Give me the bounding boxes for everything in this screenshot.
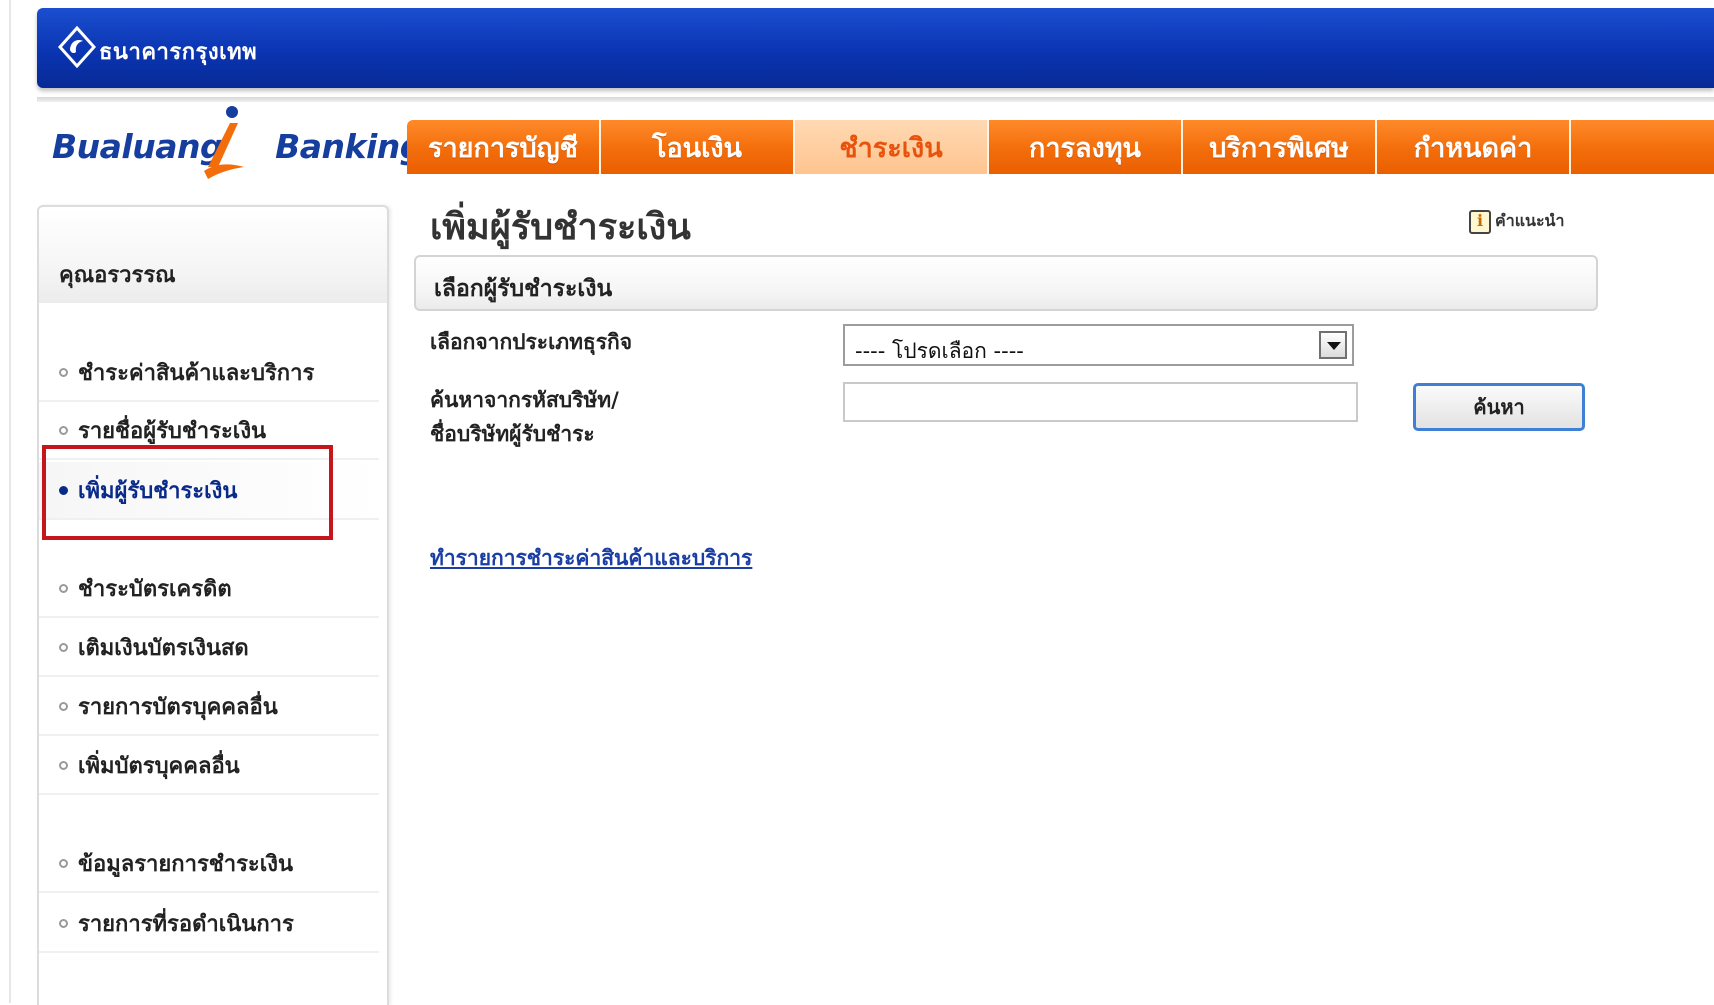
sidebar-item-add-payee[interactable]: เพิ่มผู้รับชำระเงิน	[39, 462, 379, 520]
brand-i-mark-icon	[204, 106, 244, 179]
bank-header-bar: ธนาคารกรุงเทพ	[37, 8, 1714, 88]
sidebar-item-label: ชำระค่าสินค้าและบริการ	[78, 360, 315, 386]
user-name: คุณอรวรรณ	[59, 263, 176, 288]
bullet-icon	[59, 760, 68, 770]
sidebar-item-label: รายชื่อผู้รับชำระเงิน	[78, 418, 267, 444]
sidebar-item-cash-card-topup[interactable]: เติมเงินบัตรเงินสด	[39, 619, 379, 677]
page-title: เพิ่มผู้รับชำระเงิน	[430, 207, 691, 248]
sidebar-item-label: เพิ่มผู้รับชำระเงิน	[78, 478, 238, 504]
sidebar-item-label: เพิ่มบัตรบุคคลอื่น	[78, 753, 240, 779]
sidebar-item-other-cards[interactable]: รายการบัตรบุคคลอื่น	[39, 678, 379, 736]
sidebar: คุณอรวรรณ ชำระค่าสินค้าและบริการ รายชื่อ…	[37, 205, 389, 1005]
sidebar-item-add-other-card[interactable]: เพิ่มบัตรบุคคลอื่น	[39, 737, 379, 795]
header-divider	[37, 97, 1714, 102]
bullet-icon	[59, 858, 68, 868]
section-title: เลือกผู้รับชำระเงิน	[434, 276, 613, 302]
sidebar-item-label: ข้อมูลรายการชำระเงิน	[78, 851, 294, 877]
bangkok-bank-logo-icon	[57, 26, 97, 68]
main-nav: รายการบัญชี โอนเงิน ชำระเงิน การลงทุน บร…	[407, 120, 1714, 174]
info-icon: i	[1469, 209, 1491, 234]
sidebar-item-payment-info[interactable]: ข้อมูลรายการชำระเงิน	[39, 835, 379, 893]
sidebar-item-label: รายการที่รอดำเนินการ	[78, 911, 294, 937]
page-left-border	[9, 0, 11, 1003]
tab-special-services[interactable]: บริการพิเศษ	[1183, 120, 1377, 174]
help-link[interactable]: i คำแนะนำ	[1469, 209, 1564, 234]
help-label: คำแนะนำ	[1495, 211, 1565, 230]
bullet-icon	[59, 701, 68, 711]
tab-accounts[interactable]: รายการบัญชี	[407, 120, 601, 174]
bullet-icon	[59, 583, 68, 593]
tab-settings[interactable]: กำหนดค่า	[1377, 120, 1571, 174]
bullet-icon	[59, 425, 68, 435]
search-button[interactable]: ค้นหา	[1413, 383, 1585, 431]
business-type-value: ---- โปรดเลือก ----	[855, 339, 1024, 363]
bullet-icon	[59, 918, 68, 928]
company-search-input[interactable]	[843, 382, 1358, 422]
sidebar-item-label: รายการบัตรบุคคลอื่น	[78, 694, 278, 720]
bank-name: ธนาคารกรุงเทพ	[99, 40, 258, 65]
search-label-line2: ชื่อบริษัทผู้รับชำระ	[430, 422, 595, 446]
user-name-bar: คุณอรวรรณ	[39, 207, 387, 303]
sidebar-item-pay-bills[interactable]: ชำระค่าสินค้าและบริการ	[39, 344, 379, 402]
sidebar-item-payee-list[interactable]: รายชื่อผู้รับชำระเงิน	[39, 402, 379, 460]
sidebar-item-pending[interactable]: รายการที่รอดำเนินการ	[39, 895, 379, 953]
tab-investment[interactable]: การลงทุน	[989, 120, 1183, 174]
bullet-icon	[59, 367, 68, 377]
pay-bills-link[interactable]: ทำรายการชำระค่าสินค้าและบริการ	[430, 542, 752, 575]
sidebar-item-label: เติมเงินบัตรเงินสด	[78, 635, 249, 661]
business-type-label: เลือกจากประเภทธุรกิจ	[430, 330, 633, 354]
tab-transfer[interactable]: โอนเงิน	[601, 120, 795, 174]
business-type-select[interactable]: ---- โปรดเลือก ----	[843, 324, 1354, 366]
tab-payment[interactable]: ชำระเงิน	[795, 120, 989, 174]
bullet-icon	[59, 642, 68, 652]
sidebar-item-label: ชำระบัตรเครดิต	[78, 576, 232, 602]
search-label-line1: ค้นหาจากรหัสบริษัท/	[430, 388, 619, 412]
brand-part2: Banking	[275, 127, 423, 166]
sidebar-item-credit-card[interactable]: ชำระบัตรเครดิต	[39, 560, 379, 618]
bullet-icon	[59, 485, 68, 495]
chevron-down-icon[interactable]	[1319, 331, 1347, 359]
brand-part1: Bualuang	[52, 127, 224, 166]
bualuang-banking-logo: Bualuang Banking	[52, 105, 423, 185]
section-header: เลือกผู้รับชำระเงิน	[414, 255, 1598, 311]
